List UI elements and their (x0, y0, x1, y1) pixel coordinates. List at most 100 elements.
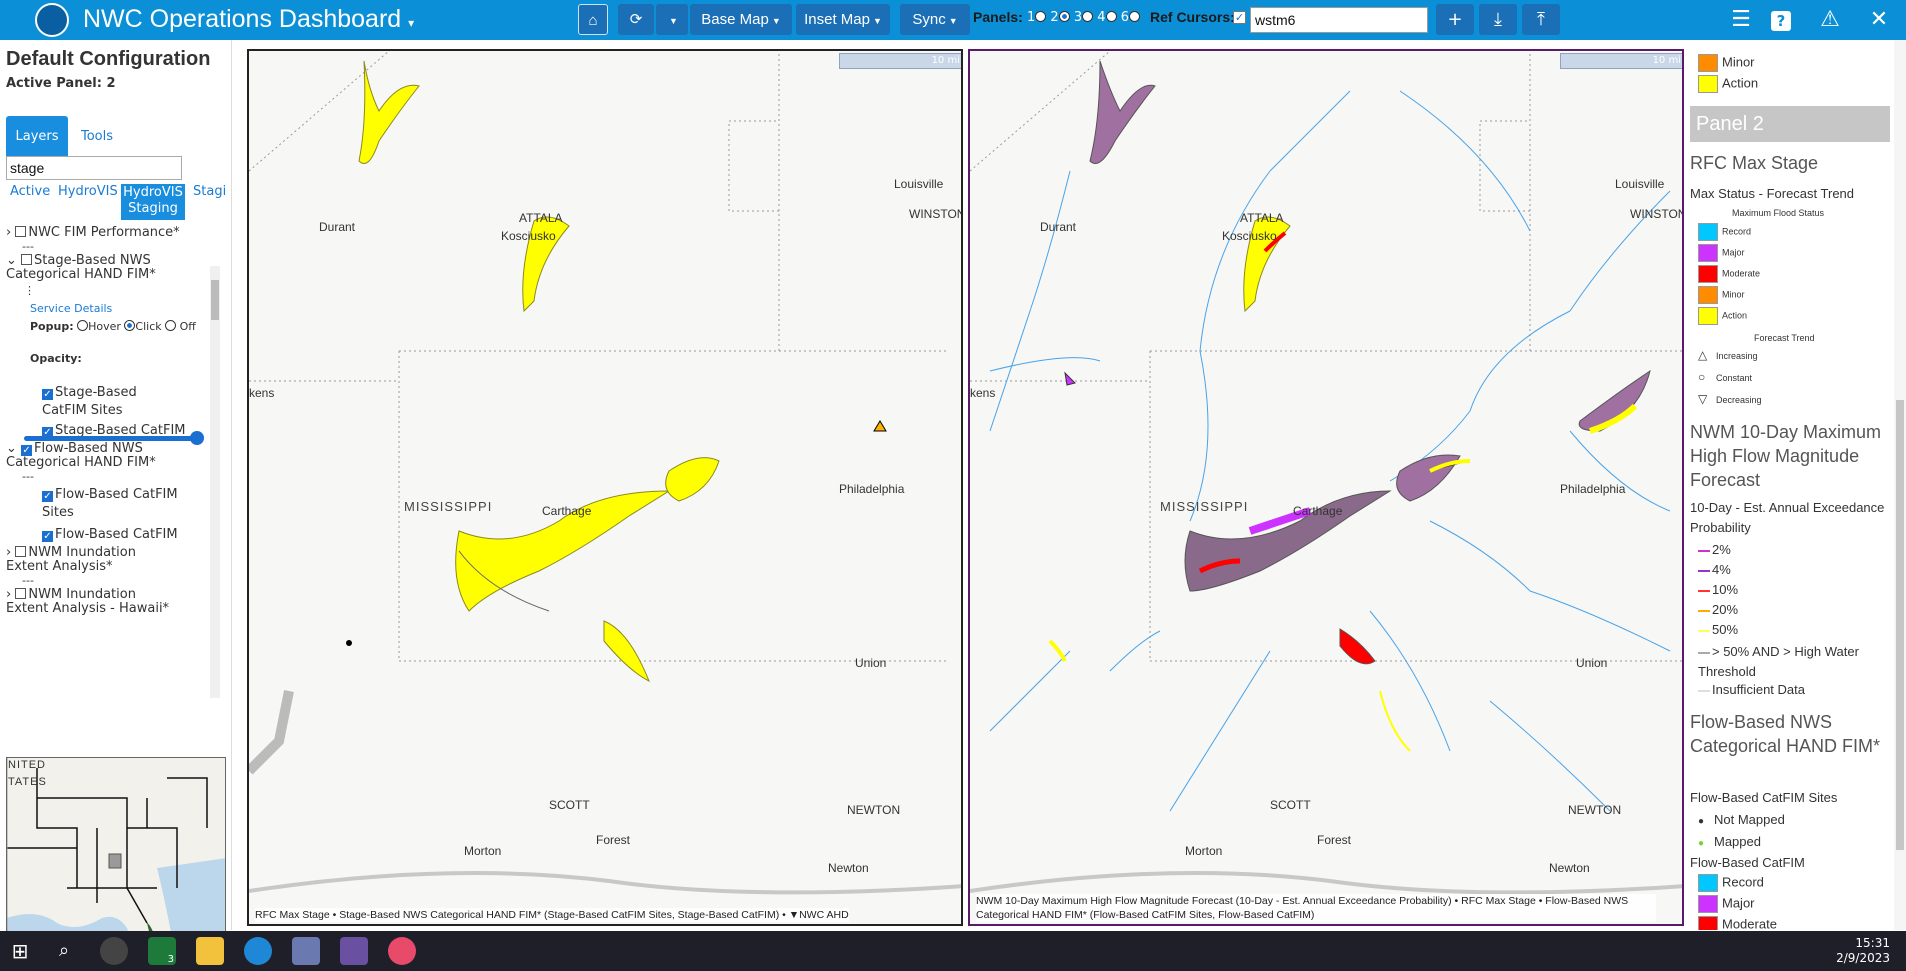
sync-button[interactable]: Sync ▼ (900, 4, 970, 35)
layer-item[interactable]: ✓ Stage-Based CatFIM Sites (42, 384, 182, 420)
layer-list-scrollbar[interactable] (210, 266, 220, 698)
search-icon[interactable]: ⌕ (50, 937, 78, 965)
legend-label: Insufficient Data (1712, 682, 1805, 697)
layer-checkbox[interactable] (15, 588, 27, 599)
layer-checkbox[interactable]: ✓ (42, 531, 53, 542)
layer-list-scroll-thumb[interactable] (211, 280, 219, 320)
panel-option-2-radio[interactable] (1058, 11, 1070, 22)
green-dot-icon: ● (1698, 838, 1705, 849)
snipping-tool-icon[interactable] (292, 937, 320, 965)
slack-icon[interactable] (388, 937, 416, 965)
add-button[interactable]: + (1436, 4, 1474, 35)
subtab-hydrovis-staging[interactable]: HydroVIS Staging (121, 184, 185, 220)
opacity-slider[interactable] (24, 436, 194, 441)
layer-checkbox[interactable]: ✓ (42, 389, 53, 400)
popup-hover-label: Hover (88, 320, 121, 333)
layer-item[interactable]: › NWM Inundation Extent Analysis - Hawai… (6, 588, 181, 616)
alert-button[interactable]: ⚠ (1815, 2, 1845, 38)
refresh-button[interactable]: ⟳ (618, 4, 654, 35)
layer-more[interactable]: --- (22, 574, 34, 588)
app-title[interactable]: NWC Operations Dashboard ▾ (83, 4, 414, 38)
layer-more[interactable]: --- (22, 470, 34, 484)
layer-item[interactable]: ✓ Flow-Based CatFIM Sites (42, 486, 182, 522)
panel-option-6-radio[interactable] (1128, 11, 1140, 22)
download-button[interactable]: ⤓ (1479, 4, 1517, 35)
panel-option-3-radio[interactable] (1082, 11, 1094, 22)
subtab-hydrovis[interactable]: HydroVIS (58, 184, 118, 200)
search-input[interactable] (1250, 7, 1428, 33)
legend-line (1698, 569, 1710, 572)
help-button[interactable]: ? (1768, 2, 1794, 38)
system-clock[interactable]: 15:31 2/9/2023 (1836, 936, 1890, 966)
edge-icon[interactable] (244, 937, 272, 965)
teams-icon[interactable] (340, 937, 368, 965)
tab-layers[interactable]: Layers (6, 116, 68, 158)
legend-row: △ Increasing (1698, 348, 1758, 362)
home-button[interactable]: ⌂ (578, 4, 608, 35)
legend-row: 2% (1698, 542, 1731, 557)
place-label: kens (249, 386, 275, 400)
black-dot-icon: ● (1698, 816, 1705, 827)
subtab-staging-truncated[interactable]: Stagi (193, 184, 226, 200)
chevron-down-icon: ▾ (408, 16, 415, 30)
legend-scroll-thumb[interactable] (1896, 400, 1904, 850)
legend-swatch (1698, 223, 1718, 241)
service-details-link[interactable]: Service Details (30, 302, 112, 316)
refresh-dropdown-button[interactable]: ▼ (656, 4, 688, 35)
layer-filter-input[interactable] (6, 156, 182, 180)
layer-checkbox[interactable] (21, 254, 33, 265)
upload-button[interactable]: ⤒ (1522, 4, 1560, 35)
place-label: Newton (1549, 861, 1590, 875)
popup-off-radio[interactable] (165, 320, 177, 331)
ref-cursors-checkbox[interactable]: ✓ (1233, 11, 1246, 24)
layer-checkbox[interactable] (15, 226, 27, 237)
layer-item[interactable]: › NWM Inundation Extent Analysis* (6, 546, 181, 574)
chevron-right-icon[interactable]: › (6, 225, 11, 240)
chevron-right-icon[interactable]: › (6, 545, 11, 560)
chevron-right-icon[interactable]: › (6, 587, 11, 602)
panel-option-1-radio[interactable] (1035, 11, 1047, 22)
popup-click-radio[interactable] (124, 320, 136, 331)
subtab-active[interactable]: Active (10, 184, 50, 200)
close-button[interactable]: ✕ (1866, 2, 1892, 38)
menu-button[interactable]: ☰ (1728, 2, 1754, 38)
chevron-down-icon[interactable]: ⌄ (6, 253, 17, 268)
legend-panel: Minor Action Panel 2 RFC Max Stage Max S… (1688, 40, 1892, 930)
panel-option-4-radio[interactable] (1105, 11, 1117, 22)
legend-label: 10% (1712, 582, 1739, 597)
layer-item[interactable]: ⌄ Stage-Based NWS Categorical HAND FIM* (6, 254, 181, 282)
windows-start-icon[interactable]: ⊞ (6, 937, 34, 965)
opacity-slider-handle[interactable] (190, 431, 204, 445)
map-panel-1[interactable]: 10 mi Durant ATTALA Kosciusko Louisville… (247, 49, 963, 926)
legend-label: 20% (1712, 602, 1739, 617)
map-panel-2[interactable]: 10 mi Durant ATTALA Kosciusko Louisville… (968, 49, 1684, 926)
layer-checkbox[interactable]: ✓ (42, 491, 53, 502)
taskbar-badge: 3 (167, 954, 174, 965)
popup-hover-radio[interactable] (77, 320, 89, 331)
layer-options-icon[interactable]: ⋮ (24, 284, 35, 298)
place-label: Forest (1317, 833, 1352, 847)
layer-checkbox[interactable] (15, 546, 27, 557)
layer-item[interactable]: ✓ Flow-Based CatFIM (42, 528, 178, 542)
inset-map-label: Inset Map (804, 11, 870, 28)
opacity-label: Opacity: (30, 352, 82, 365)
base-map-label: Base Map (701, 11, 769, 28)
excel-icon[interactable]: 3 (148, 937, 176, 965)
legend-line (1698, 549, 1710, 552)
inset-map-button[interactable]: Inset Map ▼ (796, 4, 890, 35)
layer-item[interactable]: › NWC FIM Performance* (6, 226, 180, 240)
legend-line (1698, 609, 1710, 612)
legend-swatch (1698, 307, 1718, 325)
chevron-down-icon[interactable]: ⌄ (6, 441, 17, 456)
panels-label: Panels: (973, 9, 1023, 25)
chrome-icon[interactable] (100, 937, 128, 965)
home-icon: ⌂ (588, 12, 598, 29)
legend-row: 4% (1698, 562, 1731, 577)
layer-more[interactable]: --- (22, 240, 34, 254)
file-explorer-icon[interactable] (196, 937, 224, 965)
layer-item[interactable]: ⌄ ✓ Flow-Based NWS Categorical HAND FIM* (6, 442, 181, 470)
legend-subtitle: Flow-Based CatFIM Sites (1690, 790, 1838, 805)
tab-tools[interactable]: Tools (72, 116, 122, 158)
base-map-button[interactable]: Base Map ▼ (690, 4, 792, 35)
triangle-down-icon: ▽ (1698, 392, 1708, 406)
